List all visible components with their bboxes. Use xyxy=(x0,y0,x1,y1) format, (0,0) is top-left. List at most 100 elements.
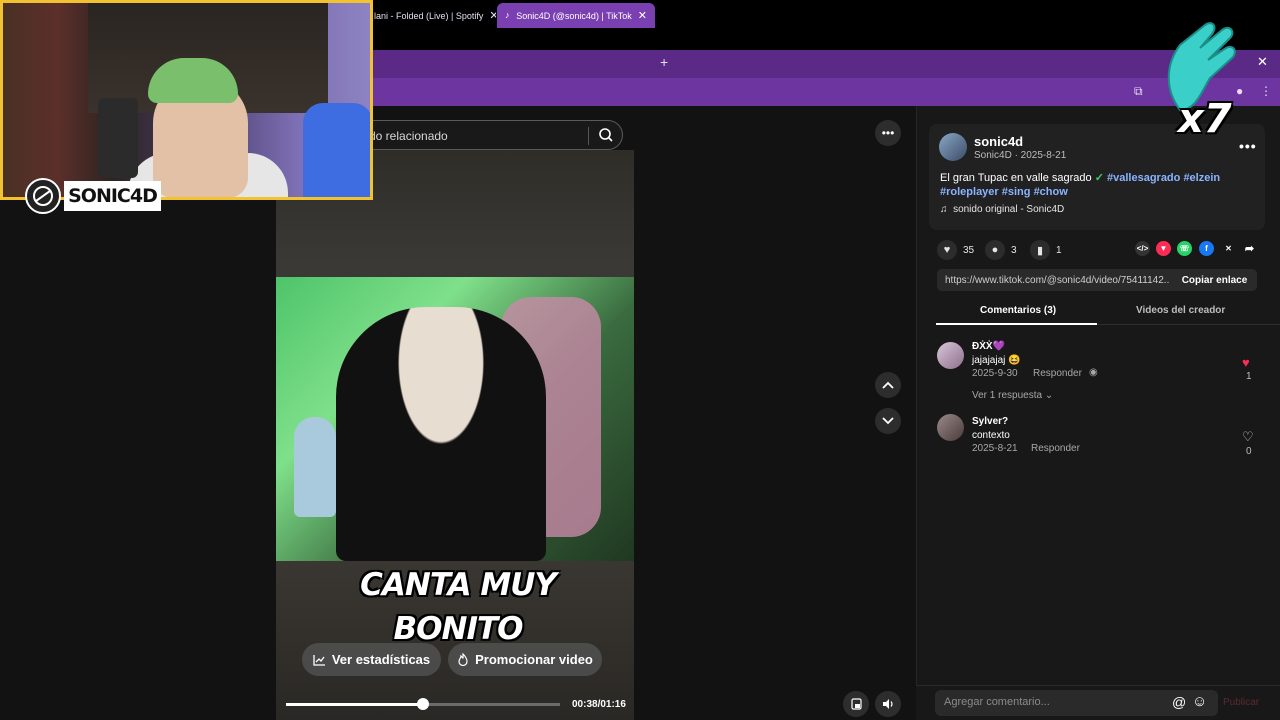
creator-subline: Sonic4D · 2025-8-21 xyxy=(974,150,1067,161)
promote-video-label: Promocionar video xyxy=(475,652,593,667)
search-bar[interactable]: do relacionado xyxy=(353,120,623,150)
post-description: El gran Tupac en valle sagrado ✓ #valles… xyxy=(940,171,1240,199)
tab-spotify[interactable]: lani - Folded (Live) | Spotify ✕ xyxy=(366,3,496,28)
copy-link-button[interactable]: Copiar enlace xyxy=(1172,269,1257,291)
hashtag-link[interactable]: #chow xyxy=(1034,186,1068,198)
video-microphone xyxy=(294,417,336,517)
hashtag-link[interactable]: #roleplayer xyxy=(940,186,999,198)
like-button[interactable]: ♥ 35 xyxy=(937,240,974,260)
view-replies-label: Ver 1 respuesta xyxy=(972,390,1043,401)
clap-count: x7 xyxy=(1178,96,1232,142)
heart-icon: ♥ xyxy=(937,240,957,260)
panel-tabs: Comentarios (3) Videos del creador xyxy=(936,300,1280,325)
view-replies-button[interactable]: Ver 1 respuesta ⌄ xyxy=(972,390,1053,401)
comment-count: 3 xyxy=(1011,244,1017,256)
send-icon[interactable]: ▼ xyxy=(1156,241,1171,256)
window-close-button[interactable]: ✕ xyxy=(1257,54,1268,70)
comment-author[interactable]: ĐẊẊ💜 xyxy=(972,341,1005,352)
reply-button[interactable]: Responder xyxy=(1033,368,1082,379)
comment-date: 2025-8-21 xyxy=(972,443,1018,454)
whatsapp-icon[interactable]: ☏ xyxy=(1177,241,1192,256)
screen: lani - Folded (Live) | Spotify ✕ ♪ Sonic… xyxy=(0,0,1280,720)
pip-button[interactable] xyxy=(843,691,869,717)
tab-comments[interactable]: Comentarios (3) xyxy=(980,305,1056,316)
comment-text: jajajajaj 😆 xyxy=(972,355,1021,366)
streamer-logo-icon xyxy=(25,178,61,214)
creator-avatar[interactable] xyxy=(939,133,967,161)
hashtag-link[interactable]: #sing xyxy=(1002,186,1031,198)
comment-like-count: 0 xyxy=(1246,446,1252,457)
description-text: El gran Tupac en valle sagrado xyxy=(940,172,1092,184)
webcam-chair xyxy=(303,103,370,197)
browser-menu-icon[interactable]: ⋮ xyxy=(1260,84,1272,98)
music-note-icon: ♫ xyxy=(940,204,948,215)
volume-button[interactable] xyxy=(875,691,901,717)
music-link[interactable]: ♫ sonido original - Sonic4D xyxy=(940,204,1064,215)
new-tab-button[interactable]: + xyxy=(660,54,668,70)
tab-title: lani - Folded (Live) | Spotify xyxy=(374,10,484,21)
chart-icon xyxy=(313,654,325,666)
next-video-button[interactable] xyxy=(875,408,901,434)
tab-tiktok[interactable]: ♪ Sonic4D (@sonic4d) | TikTok ✕ xyxy=(497,3,655,28)
music-label: sonido original - Sonic4D xyxy=(953,204,1065,215)
comment-text: contexto xyxy=(972,430,1010,441)
streamer-logo-text: SONIC4D xyxy=(64,181,161,211)
bookmark-icon: ▮ xyxy=(1030,240,1050,260)
progress-handle[interactable] xyxy=(417,698,429,710)
search-icon[interactable] xyxy=(598,127,614,148)
hashtag-link[interactable]: #vallesagrado xyxy=(1107,172,1180,184)
video-progress-bar[interactable] xyxy=(286,698,560,710)
comment-like-icon[interactable]: ♥ xyxy=(1242,355,1250,370)
more-icon: ••• xyxy=(881,126,895,140)
share-link-url[interactable]: https://www.tiktok.com/@sonic4d/video/75… xyxy=(945,275,1170,286)
hashtag-link[interactable]: #elzein xyxy=(1183,172,1220,184)
save-count: 1 xyxy=(1056,244,1062,256)
caption-line-1: CANTA MUY xyxy=(360,567,557,603)
comment-placeholder: Agregar comentario... xyxy=(944,696,1050,708)
chevron-down-icon xyxy=(882,417,894,425)
webcam-microphone xyxy=(98,98,138,178)
comment-author[interactable]: Sylver? xyxy=(972,416,1008,427)
post-more-icon[interactable]: ••• xyxy=(1239,138,1257,154)
previous-video-button[interactable] xyxy=(875,372,901,398)
x-icon[interactable]: ✕ xyxy=(1221,241,1236,256)
video-caption: CANTA MUY BONITO xyxy=(276,563,640,651)
like-count: 35 xyxy=(963,244,975,256)
translate-icon[interactable]: ⧉ xyxy=(1134,84,1143,99)
comment-like-icon[interactable]: ♡ xyxy=(1242,429,1254,445)
creator-liked-icon: ◉ xyxy=(1089,367,1098,378)
save-button[interactable]: ▮ 1 xyxy=(1030,240,1062,260)
more-options-button[interactable]: ••• xyxy=(875,120,901,146)
video-time: 00:38/01:16 xyxy=(572,699,626,710)
share-link-box: https://www.tiktok.com/@sonic4d/video/75… xyxy=(937,269,1257,291)
volume-icon xyxy=(882,699,893,709)
search-divider xyxy=(588,127,589,145)
share-arrow-icon[interactable]: ➦ xyxy=(1242,241,1257,256)
emoji-icon[interactable]: ☺ xyxy=(1192,693,1207,710)
tab-creator-videos[interactable]: Videos del creador xyxy=(1136,305,1225,316)
comment-date: 2025-9-30 xyxy=(972,368,1018,379)
comment-icon: ● xyxy=(985,240,1005,260)
tab-close-icon[interactable]: ✕ xyxy=(483,9,496,22)
video-person xyxy=(336,307,546,561)
comment-input[interactable]: Agregar comentario... @ ☺ xyxy=(935,690,1218,716)
pip-icon xyxy=(850,698,862,710)
mention-icon[interactable]: @ xyxy=(1172,694,1186,710)
promote-video-button[interactable]: Promocionar video xyxy=(448,643,602,676)
check-icon: ✓ xyxy=(1094,172,1104,184)
view-stats-button[interactable]: Ver estadísticas xyxy=(302,643,441,676)
tiktok-icon: ♪ xyxy=(505,10,510,20)
facebook-icon[interactable]: f xyxy=(1199,241,1214,256)
comment-like-count: 1 xyxy=(1246,371,1252,382)
commenter-avatar[interactable] xyxy=(937,342,964,369)
embed-icon[interactable]: </> xyxy=(1135,241,1150,256)
commenter-avatar[interactable] xyxy=(937,414,964,441)
publish-button[interactable]: Publicar xyxy=(1223,697,1259,708)
video-frame xyxy=(276,277,634,561)
creator-username[interactable]: sonic4d xyxy=(974,134,1023,149)
search-placeholder: do relacionado xyxy=(369,129,448,143)
comment-button[interactable]: ● 3 xyxy=(985,240,1017,260)
progress-fill xyxy=(286,703,423,706)
tab-close-icon[interactable]: ✕ xyxy=(632,9,647,22)
reply-button[interactable]: Responder xyxy=(1031,443,1080,454)
